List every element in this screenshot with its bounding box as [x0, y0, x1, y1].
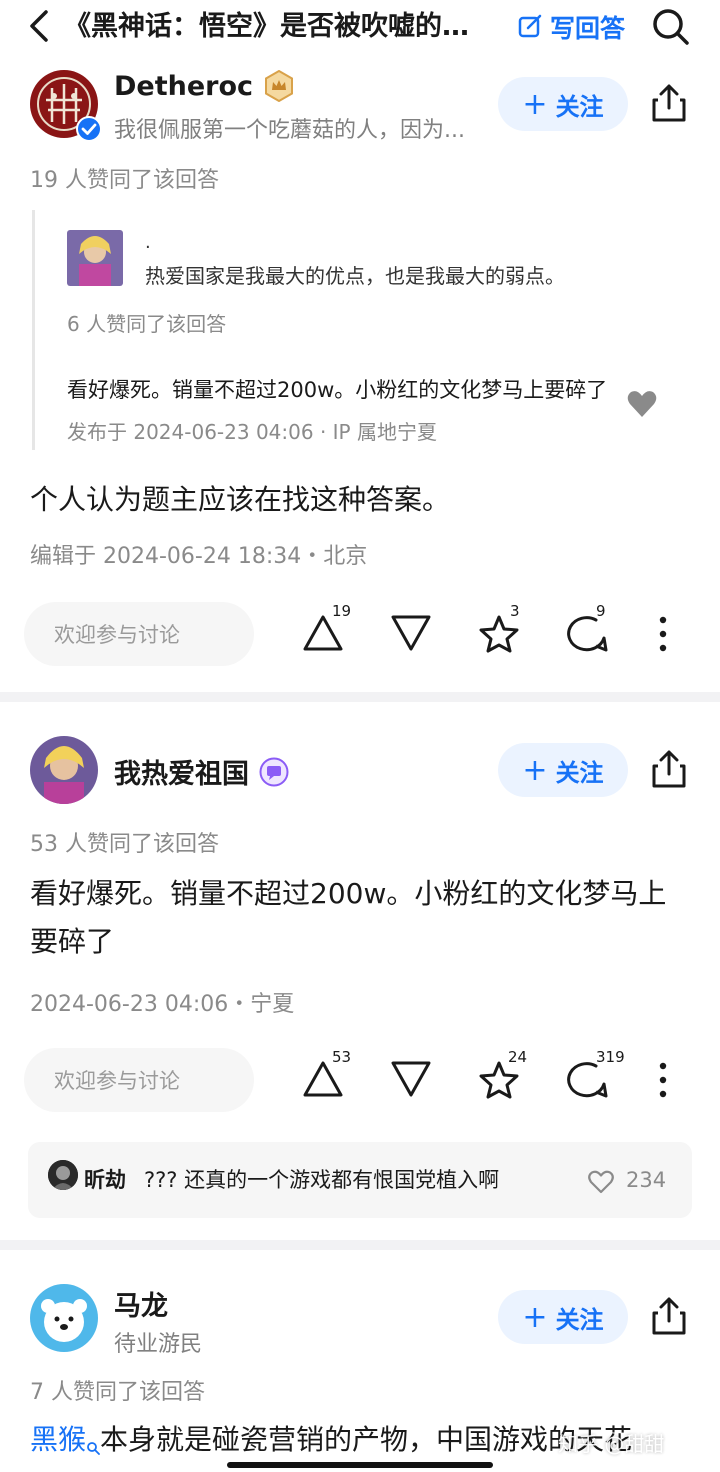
answer-body[interactable]: 个人认为题主应该在找这种答案。 — [30, 476, 690, 524]
divider — [0, 692, 720, 702]
favorite-button[interactable]: 3 — [478, 602, 528, 658]
quoted-upvote-summary: 6 人赞同了该回答 — [67, 312, 227, 336]
comment-input[interactable]: 欢迎参与讨论 — [24, 1048, 254, 1112]
featured-comment[interactable]: 昕劫 ??? 还真的一个游戏都有恨国党植入啊 234 — [28, 1142, 692, 1218]
quoted-answer[interactable]: . 热爱国家是我最大的优点，也是我最大的弱点。 6 人赞同了该回答 看好爆死。销… — [32, 210, 672, 450]
upvote-button[interactable]: 19 — [302, 602, 352, 658]
comments-button[interactable]: 319 — [566, 1048, 625, 1104]
comment-username[interactable]: 昕劫 — [84, 1164, 126, 1194]
comment-icon — [567, 1062, 608, 1098]
answer-body[interactable]: 看好爆死。销量不超过200w。小粉红的文化梦马上要碎了 — [30, 870, 690, 966]
author-name[interactable]: 我热爱祖国 — [114, 752, 289, 791]
downvote-button[interactable] — [390, 610, 440, 658]
downvote-icon — [391, 615, 431, 651]
author-name[interactable]: 马龙 — [114, 1284, 168, 1323]
divider — [0, 1240, 720, 1250]
star-icon — [479, 615, 519, 653]
home-indicator — [227, 1462, 493, 1468]
downvote-button[interactable] — [390, 1056, 440, 1104]
share-icon[interactable] — [648, 748, 690, 790]
comment-count: 9 — [596, 602, 606, 620]
verified-badge-icon — [76, 116, 102, 142]
upvote-summary: 19 人赞同了该回答 — [30, 168, 219, 193]
heart-icon — [627, 390, 657, 418]
plus-icon: + — [522, 1299, 548, 1335]
avatar — [48, 1160, 78, 1190]
upvote-count: 53 — [332, 1048, 352, 1066]
favorite-count: 24 — [508, 1048, 528, 1066]
comment-input[interactable]: 欢迎参与讨论 — [24, 602, 254, 666]
more-icon[interactable] — [650, 1060, 676, 1100]
quoted-author: . — [145, 232, 151, 253]
search-link-icon — [86, 1422, 100, 1455]
watermark: 知乎 @甜甜 — [558, 1432, 665, 1456]
action-bar: 欢迎参与讨论 53 24 319 — [0, 1048, 720, 1112]
author-bio: 待业游民 — [114, 1332, 203, 1357]
follow-button[interactable]: + 关注 — [498, 1290, 628, 1344]
plus-icon: + — [522, 752, 548, 788]
more-icon[interactable] — [650, 614, 676, 654]
heart-icon[interactable] — [588, 1170, 614, 1194]
avatar — [67, 230, 123, 286]
share-icon[interactable] — [648, 1295, 690, 1337]
favorite-count: 3 — [510, 602, 520, 620]
upvote-button[interactable]: 53 — [302, 1048, 352, 1104]
plus-icon: + — [522, 86, 548, 122]
search-link[interactable]: 黑猴 — [30, 1423, 86, 1456]
quoted-meta: 发布于 2024-06-23 04:06 · IP 属地宁夏 — [67, 420, 437, 444]
quoted-bio: 热爱国家是我最大的优点，也是我最大的弱点。 — [145, 264, 565, 288]
star-icon — [479, 1061, 519, 1099]
upvote-summary: 7 人赞同了该回答 — [30, 1380, 205, 1405]
follow-button[interactable]: + 关注 — [498, 77, 628, 131]
author-name[interactable]: Detheroc — [114, 69, 295, 103]
comments-button[interactable]: 9 — [566, 602, 616, 658]
avatar[interactable] — [30, 736, 98, 804]
follow-button[interactable]: + 关注 — [498, 743, 628, 797]
downvote-icon — [391, 1061, 431, 1097]
answer-meta: 编辑于 2024-06-24 18:34・北京 — [30, 544, 368, 569]
member-badge-icon — [259, 757, 289, 787]
comment-count: 319 — [596, 1048, 625, 1066]
author-bio: 我很佩服第一个吃蘑菇的人，因为... — [114, 118, 465, 143]
upvote-summary: 53 人赞同了该回答 — [30, 832, 219, 857]
comment-icon — [567, 616, 608, 652]
avatar[interactable] — [30, 1284, 98, 1352]
upvote-count: 19 — [332, 602, 352, 620]
favorite-button[interactable]: 24 — [478, 1048, 528, 1104]
answer-meta: 2024-06-23 04:06・宁夏 — [30, 992, 295, 1017]
answer-card: Detheroc 我很佩服第一个吃蘑菇的人，因为... + 关注 19 人赞同了… — [0, 0, 720, 690]
crown-badge-icon — [263, 69, 295, 103]
comment-text: ??? 还真的一个游戏都有恨国党植入啊 — [144, 1168, 500, 1192]
quoted-text: 看好爆死。销量不超过200w。小粉红的文化梦马上要碎了 — [67, 378, 608, 402]
share-icon[interactable] — [648, 82, 690, 124]
action-bar: 欢迎参与讨论 19 3 9 — [0, 602, 720, 666]
answer-card: 我热爱祖国 + 关注 53 人赞同了该回答 看好爆死。销量不超过200w。小粉红… — [0, 702, 720, 1236]
comment-like-count: 234 — [626, 1168, 667, 1192]
